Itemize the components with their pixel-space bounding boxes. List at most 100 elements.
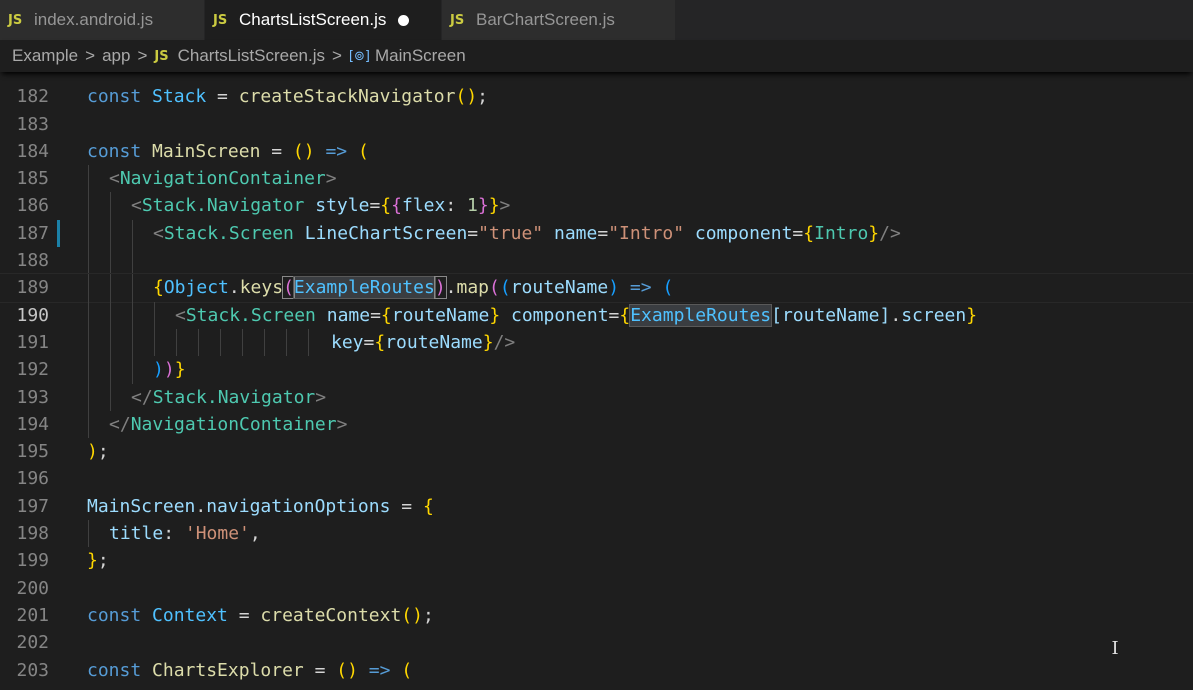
tab-index-android[interactable]: JS index.android.js [0, 0, 205, 40]
indent-guide [88, 219, 89, 248]
token: NavigationContainer [119, 168, 326, 190]
token: . [890, 304, 902, 326]
indent-guide [88, 356, 89, 384]
token: 1 [467, 195, 478, 217]
token: ( [662, 277, 674, 299]
token: ; [97, 441, 109, 463]
token: ; [97, 550, 109, 572]
code-text: </Stack.Navigator> [131, 384, 326, 411]
js-file-icon: JS [213, 12, 228, 28]
token: const [87, 659, 142, 681]
breadcrumb-item-file[interactable]: ChartsListScreen.js [178, 46, 325, 66]
code-line: 193 ))} [0, 356, 1193, 408]
token: [ [771, 304, 782, 326]
token: ) [433, 276, 447, 300]
token: routeName [781, 304, 880, 326]
indent-guide [308, 328, 309, 357]
token: ( [282, 276, 295, 300]
js-file-icon: JS [8, 12, 23, 28]
token: routeName [385, 331, 483, 353]
code-line: 195 </NavigationContainer> [0, 410, 1193, 462]
breadcrumb: Example > app > JS ChartsListScreen.js >… [0, 40, 1193, 72]
token: ( [401, 659, 413, 681]
indent-guide [264, 328, 265, 357]
indent-guide [110, 247, 111, 275]
unsaved-dot-icon[interactable] [398, 14, 410, 26]
token: { [391, 195, 402, 217]
indent-guide [132, 247, 133, 275]
code-line: 184 [0, 111, 1193, 162]
token: => [619, 277, 663, 299]
indent-guide [88, 165, 89, 193]
indent-guide [132, 301, 133, 329]
token: name [543, 222, 598, 244]
breadcrumb-item-symbol[interactable]: MainScreen [375, 46, 466, 66]
code-line: 194 </Stack.Navigator> [0, 383, 1193, 435]
token: : [163, 523, 185, 545]
token: } [482, 331, 494, 353]
tab-label: index.android.js [34, 10, 154, 29]
token: routeName [510, 277, 609, 299]
indent-guide [110, 383, 111, 411]
breadcrumb-item-app[interactable]: app [102, 46, 130, 66]
token: . [228, 277, 240, 299]
code-editor[interactable]: 182 183 const Stack = createStackNavigat… [0, 72, 1193, 690]
token: : [445, 195, 468, 217]
token: { [619, 304, 631, 326]
chevron-right-icon: > [137, 46, 148, 65]
token: = [227, 604, 261, 626]
indent-guide [242, 328, 243, 357]
token: () [336, 659, 358, 681]
js-file-icon: JS [154, 48, 169, 64]
token: ; [477, 86, 489, 108]
modified-line-marker[interactable] [57, 219, 60, 248]
code-line: 199 title: 'Home', [0, 520, 1193, 571]
token: < [109, 168, 120, 190]
token: < [175, 304, 186, 326]
token: . [195, 495, 207, 517]
token: ( [489, 277, 500, 299]
token: ExampleRoutes [629, 303, 773, 327]
code-line: 196 ); [0, 438, 1193, 489]
token: navigationOptions [206, 495, 391, 517]
token: > [336, 413, 348, 435]
code-text: ))} [153, 356, 186, 383]
breadcrumb-item-example[interactable]: Example [12, 46, 78, 66]
indent-guide [198, 328, 199, 357]
code-text: key={routeName}/> [331, 329, 515, 356]
token: screen [901, 304, 967, 326]
token: = [206, 86, 239, 108]
code-line: 197 [0, 465, 1193, 517]
code-line: 201 [0, 575, 1193, 626]
tab-charts-list-screen[interactable]: JS ChartsListScreen.js [205, 0, 442, 40]
token: flex [401, 195, 446, 217]
token: </ [131, 386, 153, 408]
token: ( [357, 140, 369, 162]
token: /> [879, 222, 901, 244]
code-editor-window: JS index.android.js JS ChartsListScreen.… [0, 0, 1193, 690]
token: { [374, 331, 386, 353]
token: () [401, 604, 423, 626]
token: () [292, 140, 315, 162]
tab-bar-chart-screen[interactable]: JS BarChartScreen.js [442, 0, 676, 40]
code-text: <Stack.Navigator style={{flex: 1}}> [131, 192, 510, 219]
token: const [87, 140, 142, 162]
token: } [174, 359, 186, 381]
token: () [455, 86, 478, 108]
token: "Intro" [608, 222, 685, 244]
token: MainScreen [152, 140, 261, 162]
token: Stack.Navigator [152, 386, 316, 408]
token: component [500, 304, 609, 326]
editor-tab-bar: JS index.android.js JS ChartsListScreen.… [0, 0, 1193, 40]
indent-guide [110, 219, 111, 248]
code-text: <Stack.Screen LineChartScreen="true" nam… [153, 220, 901, 247]
token: const [87, 86, 142, 108]
token: component [684, 222, 793, 244]
token: = [363, 331, 375, 353]
token: 'Home' [184, 523, 250, 545]
code-text: const MainScreen = () => ( [87, 138, 369, 165]
token: { [380, 304, 392, 326]
token: } [488, 195, 500, 217]
token: < [131, 195, 142, 217]
token: key [331, 331, 364, 353]
